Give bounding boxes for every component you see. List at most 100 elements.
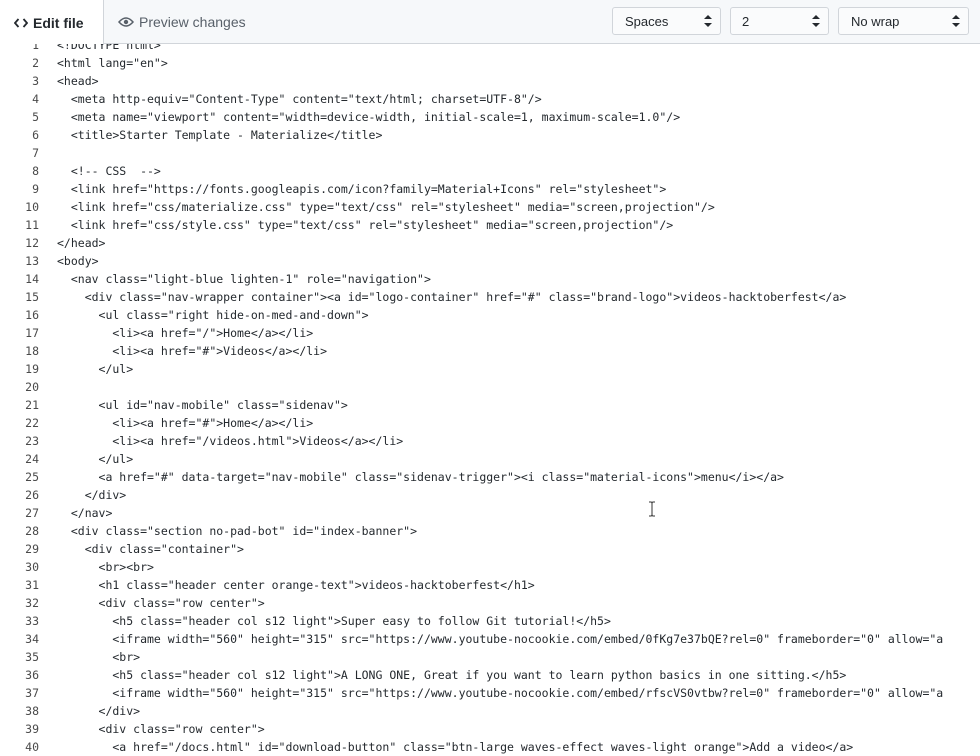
code-line[interactable]: 13 <body> (0, 252, 980, 270)
code-line[interactable]: 3 <head> (0, 72, 980, 90)
code-line[interactable]: 34 <iframe width="560" height="315" src=… (0, 630, 980, 648)
line-text[interactable]: <br> (39, 648, 140, 666)
code-line[interactable]: 36 <h5 class="header col s12 light">A LO… (0, 666, 980, 684)
code-line[interactable]: 4 <meta http-equiv="Content-Type" conten… (0, 90, 980, 108)
code-line[interactable]: 25 <a href="#" data-target="nav-mobile" … (0, 468, 980, 486)
line-number: 32 (25, 596, 39, 610)
code-line[interactable]: 9 <link href="https://fonts.googleapis.c… (0, 180, 980, 198)
line-text[interactable]: <li><a href="/videos.html">Videos</a></l… (39, 432, 403, 450)
line-number: 12 (25, 236, 39, 250)
code-line[interactable]: 30 <br><br> (0, 558, 980, 576)
line-text[interactable]: </ul> (39, 450, 134, 468)
line-text[interactable]: </div> (39, 702, 141, 720)
line-number: 4 (32, 92, 39, 106)
line-text[interactable]: <a href="/docs.html" id="download-button… (39, 738, 853, 756)
line-text[interactable]: <div class="section no-pad-bot" id="inde… (39, 522, 417, 540)
tab-edit-file[interactable]: Edit file (0, 0, 104, 45)
code-line[interactable]: 20 (0, 378, 980, 396)
line-text[interactable]: <link href="https://fonts.googleapis.com… (39, 180, 666, 198)
line-text[interactable]: </div> (39, 486, 127, 504)
code-line[interactable]: 22 <li><a href="#">Home</a></li> (0, 414, 980, 432)
code-line[interactable]: 26 </div> (0, 486, 980, 504)
line-text[interactable]: <li><a href="#">Videos</a></li> (39, 342, 327, 360)
code-line[interactable]: 33 <h5 class="header col s12 light">Supe… (0, 612, 980, 630)
indent-size-select[interactable]: 2 (730, 7, 829, 35)
indent-mode-select[interactable]: Spaces (612, 7, 721, 35)
code-line[interactable]: 11 <link href="css/style.css" type="text… (0, 216, 980, 234)
code-line[interactable]: 37 <iframe width="560" height="315" src=… (0, 684, 980, 702)
line-text[interactable]: <div class="nav-wrapper container"><a id… (39, 288, 847, 306)
line-text[interactable]: <h5 class="header col s12 light">A LONG … (39, 666, 846, 684)
line-text[interactable]: <meta name="viewport" content="width=dev… (39, 108, 680, 126)
line-number: 37 (25, 686, 39, 700)
line-number: 21 (25, 398, 39, 412)
code-line[interactable]: 12 </head> (0, 234, 980, 252)
line-text[interactable]: <meta http-equiv="Content-Type" content=… (39, 90, 542, 108)
code-line[interactable]: 17 <li><a href="/">Home</a></li> (0, 324, 980, 342)
line-text[interactable]: <head> (39, 72, 99, 90)
line-text[interactable]: <a href="#" data-target="nav-mobile" cla… (39, 468, 784, 486)
line-text[interactable]: <ul class="right hide-on-med-and-down"> (39, 306, 369, 324)
line-text[interactable]: <nav class="light-blue lighten-1" role="… (39, 270, 431, 288)
line-text[interactable] (39, 378, 57, 396)
line-number: 24 (25, 452, 39, 466)
line-number: 31 (25, 578, 39, 592)
code-line[interactable]: 29 <div class="container"> (0, 540, 980, 558)
code-line[interactable]: 8 <!-- CSS --> (0, 162, 980, 180)
tab-preview-changes[interactable]: Preview changes (118, 0, 246, 44)
select-arrows-icon (704, 15, 712, 27)
line-text[interactable]: <link href="css/materialize.css" type="t… (39, 198, 715, 216)
line-text[interactable] (39, 144, 57, 162)
line-text[interactable]: <li><a href="#">Home</a></li> (39, 414, 313, 432)
line-text[interactable]: <link href="css/style.css" type="text/cs… (39, 216, 673, 234)
code-line[interactable]: 28 <div class="section no-pad-bot" id="i… (0, 522, 980, 540)
code-line[interactable]: 16 <ul class="right hide-on-med-and-down… (0, 306, 980, 324)
code-line[interactable]: 15 <div class="nav-wrapper container"><a… (0, 288, 980, 306)
line-number: 10 (25, 200, 39, 214)
line-text[interactable]: <div class="row center"> (39, 594, 265, 612)
line-number: 40 (25, 740, 39, 754)
code-line[interactable]: 6 <title>Starter Template - Materialize<… (0, 126, 980, 144)
line-text[interactable]: <h1 class="header center orange-text">vi… (39, 576, 535, 594)
line-text[interactable]: <div class="container"> (39, 540, 244, 558)
code-line[interactable]: 23 <li><a href="/videos.html">Videos</a>… (0, 432, 980, 450)
line-text[interactable]: <li><a href="/">Home</a></li> (39, 324, 313, 342)
line-text[interactable]: <!-- CSS --> (39, 162, 161, 180)
code-line[interactable]: 5 <meta name="viewport" content="width=d… (0, 108, 980, 126)
line-text[interactable]: <h5 class="header col s12 light">Super e… (39, 612, 611, 630)
line-number: 30 (25, 560, 39, 574)
code-line[interactable]: 31 <h1 class="header center orange-text"… (0, 576, 980, 594)
tab-preview-changes-label: Preview changes (139, 14, 246, 30)
code-line[interactable]: 19 </ul> (0, 360, 980, 378)
code-line[interactable]: 27 </nav> (0, 504, 980, 522)
code-line[interactable]: 24 </ul> (0, 450, 980, 468)
line-text[interactable]: <title>Starter Template - Materialize</t… (39, 126, 383, 144)
line-text[interactable]: <html lang="en"> (39, 54, 168, 72)
code-line[interactable]: 7 (0, 144, 980, 162)
code-line[interactable]: 38 </div> (0, 702, 980, 720)
line-text[interactable]: <br><br> (39, 558, 154, 576)
code-line[interactable]: 2 <html lang="en"> (0, 54, 980, 72)
line-number: 22 (25, 416, 39, 430)
line-text[interactable]: <body> (39, 252, 99, 270)
line-text[interactable]: <iframe width="560" height="315" src="ht… (39, 630, 943, 648)
code-line[interactable]: 10 <link href="css/materialize.css" type… (0, 198, 980, 216)
code-line[interactable]: 35 <br> (0, 648, 980, 666)
code-line[interactable]: 32 <div class="row center"> (0, 594, 980, 612)
line-text[interactable]: <iframe width="560" height="315" src="ht… (39, 684, 943, 702)
line-text[interactable]: </head> (39, 234, 105, 252)
line-number: 5 (32, 110, 39, 124)
code-line[interactable]: 18 <li><a href="#">Videos</a></li> (0, 342, 980, 360)
line-text[interactable]: </ul> (39, 360, 134, 378)
line-text[interactable]: <div class="row center"> (39, 720, 265, 738)
code-editor[interactable]: 1 <!DOCTYPE html> 2 <html lang="en"> 3 <head>… (0, 44, 980, 756)
wrap-mode-select[interactable]: No wrap (838, 7, 969, 35)
line-text[interactable]: <ul id="nav-mobile" class="sidenav"> (39, 396, 348, 414)
code-line[interactable]: 21 <ul id="nav-mobile" class="sidenav"> (0, 396, 980, 414)
code-line[interactable]: 39 <div class="row center"> (0, 720, 980, 738)
code-line[interactable]: 14 <nav class="light-blue lighten-1" rol… (0, 270, 980, 288)
code-line[interactable]: 1 <!DOCTYPE html> (0, 44, 980, 54)
line-text[interactable]: <!DOCTYPE html> (39, 44, 161, 54)
line-text[interactable]: </nav> (39, 504, 113, 522)
code-line[interactable]: 40 <a href="/docs.html" id="download-but… (0, 738, 980, 756)
